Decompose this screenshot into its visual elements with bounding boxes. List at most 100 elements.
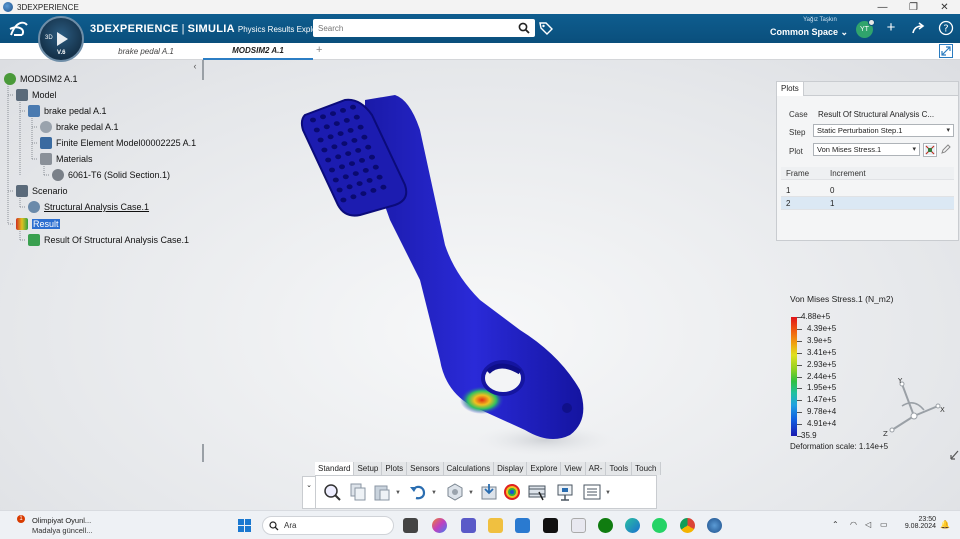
vivaldi-icon[interactable] xyxy=(571,518,586,533)
legend-value: 2.44e+5 xyxy=(807,371,837,381)
tree-item-fem[interactable]: Finite Element Model00002225 A.1 xyxy=(40,136,196,150)
news-subtitle: Madalya güncell... xyxy=(32,526,93,535)
tree-splitter[interactable] xyxy=(202,60,204,80)
teams-icon[interactable] xyxy=(461,518,476,533)
pad-hole xyxy=(320,114,326,120)
step-select[interactable]: Static Perturbation Step.1 ▾ xyxy=(813,124,954,137)
compass-widget[interactable]: 3D V.6 xyxy=(38,16,84,62)
table-row[interactable]: 1 0 xyxy=(781,184,954,197)
wifi-icon[interactable]: ◠ xyxy=(850,520,857,529)
help-icon[interactable]: ? xyxy=(938,20,954,36)
store-icon[interactable] xyxy=(515,518,530,533)
tree-scroll-handle[interactable] xyxy=(202,444,204,462)
edit-plot-button[interactable] xyxy=(940,143,954,157)
chrome-icon[interactable] xyxy=(680,518,695,533)
contour-plot-icon[interactable] xyxy=(502,482,522,502)
edge-icon[interactable] xyxy=(625,518,640,533)
chevron-down-icon[interactable]: ▼ xyxy=(395,490,401,496)
list-view-icon[interactable] xyxy=(582,482,602,502)
pad-hole xyxy=(323,124,330,130)
whatsapp-icon[interactable] xyxy=(652,518,667,533)
action-bar-collapse-button[interactable]: ⌄ xyxy=(302,476,316,509)
tab-standard[interactable]: Standard xyxy=(315,462,355,475)
tree-item-scenario[interactable]: Scenario xyxy=(16,184,68,198)
tab-explore[interactable]: Explore xyxy=(527,462,562,475)
tab-tools[interactable]: Tools xyxy=(606,462,633,475)
notification-bell-icon[interactable]: 🔔 xyxy=(940,520,950,529)
pad-hole xyxy=(337,131,344,137)
animate-icon[interactable] xyxy=(527,482,547,502)
maximize-button[interactable]: ❐ xyxy=(898,0,929,14)
tree-item-result-case[interactable]: Result Of Structural Analysis Case.1 xyxy=(28,233,189,247)
resize-arrow-icon[interactable] xyxy=(950,450,959,460)
plots-tab[interactable]: Plots xyxy=(777,82,804,96)
windows-start-icon[interactable] xyxy=(237,518,252,533)
xbox-icon[interactable] xyxy=(598,518,613,533)
copy-icon[interactable] xyxy=(348,482,368,502)
table-row-selected[interactable]: 2 1 xyxy=(781,197,954,210)
minimize-button[interactable]: — xyxy=(867,0,898,14)
search-icon[interactable] xyxy=(518,22,530,34)
legend-title: Von Mises Stress.1 (N_m2) xyxy=(790,294,894,304)
chevron-down-icon[interactable]: ▼ xyxy=(431,490,437,496)
add-tab-button[interactable]: + xyxy=(316,44,322,56)
tree-item-part[interactable]: brake pedal A.1 xyxy=(28,104,107,118)
tree-collapse-button[interactable]: ‹ xyxy=(189,61,201,71)
tab-view[interactable]: View xyxy=(561,462,586,475)
share-icon[interactable] xyxy=(910,20,926,36)
chevron-down-icon[interactable]: ▼ xyxy=(605,490,611,496)
tab-ar-vr[interactable]: AR-VR xyxy=(585,462,607,486)
pad-hole xyxy=(357,124,364,130)
tree-item-model[interactable]: Model xyxy=(16,88,57,102)
plot-options-button[interactable] xyxy=(923,143,937,157)
tree-item-materials[interactable]: Materials xyxy=(40,152,93,166)
fullscreen-icon[interactable] xyxy=(939,44,953,58)
undo-icon[interactable] xyxy=(408,482,428,502)
tree-item-part-instance[interactable]: brake pedal A.1 xyxy=(40,120,119,134)
search-input[interactable] xyxy=(313,19,503,37)
result-icon xyxy=(16,218,28,230)
tree-item-material[interactable]: 6061-T6 (Solid Section.1) xyxy=(52,168,170,182)
chevron-up-icon[interactable]: ⌃ xyxy=(832,520,839,529)
avatar[interactable]: YT xyxy=(856,19,875,38)
search-box[interactable] xyxy=(313,19,535,37)
tab-modsim2[interactable]: MODSIM2 A.1 xyxy=(203,43,313,60)
tree-item-result[interactable]: Result xyxy=(16,217,60,231)
axis-triad[interactable]: Y X Z xyxy=(880,376,950,440)
legend-tick xyxy=(797,412,802,414)
nvidia-icon[interactable] xyxy=(543,518,558,533)
paste-icon[interactable] xyxy=(372,482,392,502)
legend-value: 9.78e+4 xyxy=(807,407,837,417)
legend-tick xyxy=(797,424,802,426)
tab-plots[interactable]: Plots xyxy=(382,462,408,475)
system-clock[interactable]: 23:50 9.08.2024 xyxy=(896,516,936,530)
zoom-fit-icon[interactable] xyxy=(322,482,342,502)
tab-sensors[interactable]: Sensors xyxy=(407,462,444,475)
tag-icon[interactable] xyxy=(538,20,554,36)
tab-touch[interactable]: Touch xyxy=(632,462,661,475)
3dexperience-taskbar-icon[interactable] xyxy=(707,518,722,533)
space-selector[interactable]: Common Space ⌄ xyxy=(770,27,848,38)
file-explorer-icon[interactable] xyxy=(488,518,503,533)
taskbar-search[interactable]: Ara xyxy=(262,516,394,535)
chevron-down-icon: ⌄ xyxy=(840,27,849,37)
tree-item-root[interactable]: MODSIM2 A.1 xyxy=(4,72,78,86)
volume-icon[interactable]: ◁ xyxy=(865,520,871,529)
chevron-down-icon[interactable]: ▼ xyxy=(468,490,474,496)
presentation-icon[interactable] xyxy=(555,482,575,502)
legend-value: 1.95e+5 xyxy=(807,383,837,393)
task-view-icon[interactable] xyxy=(403,518,418,533)
tab-calculations[interactable]: Calculations xyxy=(443,462,495,475)
pad-hole xyxy=(350,194,357,200)
battery-icon[interactable]: ▭ xyxy=(880,520,888,529)
close-button[interactable]: ✕ xyxy=(929,0,960,14)
plot-select[interactable]: Von Mises Stress.1 ▾ xyxy=(813,143,920,156)
export-icon[interactable] xyxy=(479,482,499,502)
legend-tick xyxy=(797,352,802,354)
copilot-icon[interactable] xyxy=(432,518,447,533)
tab-display[interactable]: Display xyxy=(494,462,528,475)
add-icon[interactable]: + xyxy=(883,20,899,36)
tree-item-analysis-case[interactable]: Structural Analysis Case.1 xyxy=(28,200,149,214)
tab-setup[interactable]: Setup xyxy=(354,462,383,475)
settings-icon[interactable] xyxy=(445,482,465,502)
